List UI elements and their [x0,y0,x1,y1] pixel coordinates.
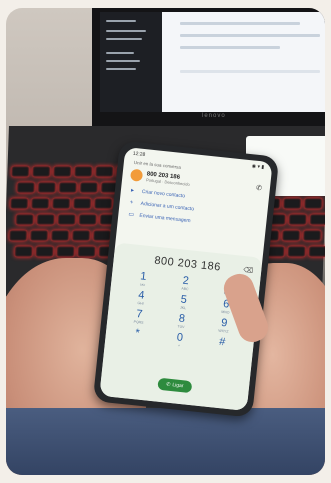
status-time: 12:28 [132,150,146,159]
keyboard-key [77,246,96,257]
keyboard-key [52,198,71,209]
keyboard-key [53,166,72,177]
content-line [180,34,320,37]
sidebar-line [106,30,146,32]
keyboard-key [56,246,75,257]
keyboard-key [58,182,78,193]
action-label: Enviar uma mensagem [139,212,191,225]
dial-key-8[interactable]: 8 TUV [160,312,204,331]
keyboard-key [71,230,91,241]
keyboard-key [78,214,97,225]
call-label: Ligar [172,382,184,390]
keyboard-key [11,166,30,177]
sidebar-line [106,52,134,54]
dial-key-0[interactable]: 0 + [158,330,202,349]
keyboard-key [281,230,301,241]
person-add-icon: + [129,199,134,207]
keyboard-key [35,246,54,257]
keyboard-key [283,198,302,209]
keyboard-key [8,230,28,241]
call-icon: ✆ [165,381,171,388]
dial-key-1[interactable]: 1 ωω [121,269,165,288]
keyboard-key [16,182,36,193]
content-line [180,70,320,73]
dial-key-4[interactable]: 4 GHI [119,288,163,307]
sidebar-line [106,20,136,22]
keyboard-key [57,214,76,225]
laptop-screen: lenovo [92,8,325,126]
keyboard-key [304,198,323,209]
photo-frame: lenovo 12:28 ◉ ▾ ▮ Unir en la sua conver… [6,8,325,475]
keyboard-key [29,230,49,241]
blue-sleeve [6,408,325,475]
keyboard-key [288,214,307,225]
laptop-brand: lenovo [202,113,226,119]
dial-key-star[interactable]: * [115,326,159,345]
keyboard-key [32,166,51,177]
keyboard-key [14,246,33,257]
dial-key-5[interactable]: 5 JKL [162,293,206,312]
keyboard-key [92,230,112,241]
message-icon: ▭ [128,211,135,219]
content-line [180,22,300,25]
keyboard-key [15,214,34,225]
keyboard-key [95,166,114,177]
keyboard-key [10,198,29,209]
dial-key-hash[interactable]: # [200,335,244,354]
dial-key-2[interactable]: 2 ABC [164,274,208,293]
keyboard-key [50,230,70,241]
sidebar-line [106,68,136,70]
call-button[interactable]: ✆ Ligar [157,377,193,394]
laptop-sidebar [100,12,162,112]
video-icon: ▸ [130,187,135,195]
sidebar-line [106,60,140,62]
keyboard-key [73,198,92,209]
keyboard-key [94,198,113,209]
dial-key-7[interactable]: 7 PQRS [117,307,161,326]
keyboard-key [36,214,55,225]
content-line [180,46,280,49]
keyboard-key [74,166,93,177]
keyboard-key [302,230,322,241]
laptop-display [100,12,325,112]
status-icons: ◉ ▾ ▮ [251,163,265,171]
phone-icon[interactable]: ✆ [256,184,263,193]
sidebar-line [106,38,142,40]
keyboard-key [287,246,306,257]
keyboard-key [31,198,50,209]
keyboard-key [79,182,99,193]
keyboard-key [37,182,57,193]
keyboard-key [308,246,325,257]
keyboard-key [309,214,325,225]
contact-avatar [129,168,144,182]
